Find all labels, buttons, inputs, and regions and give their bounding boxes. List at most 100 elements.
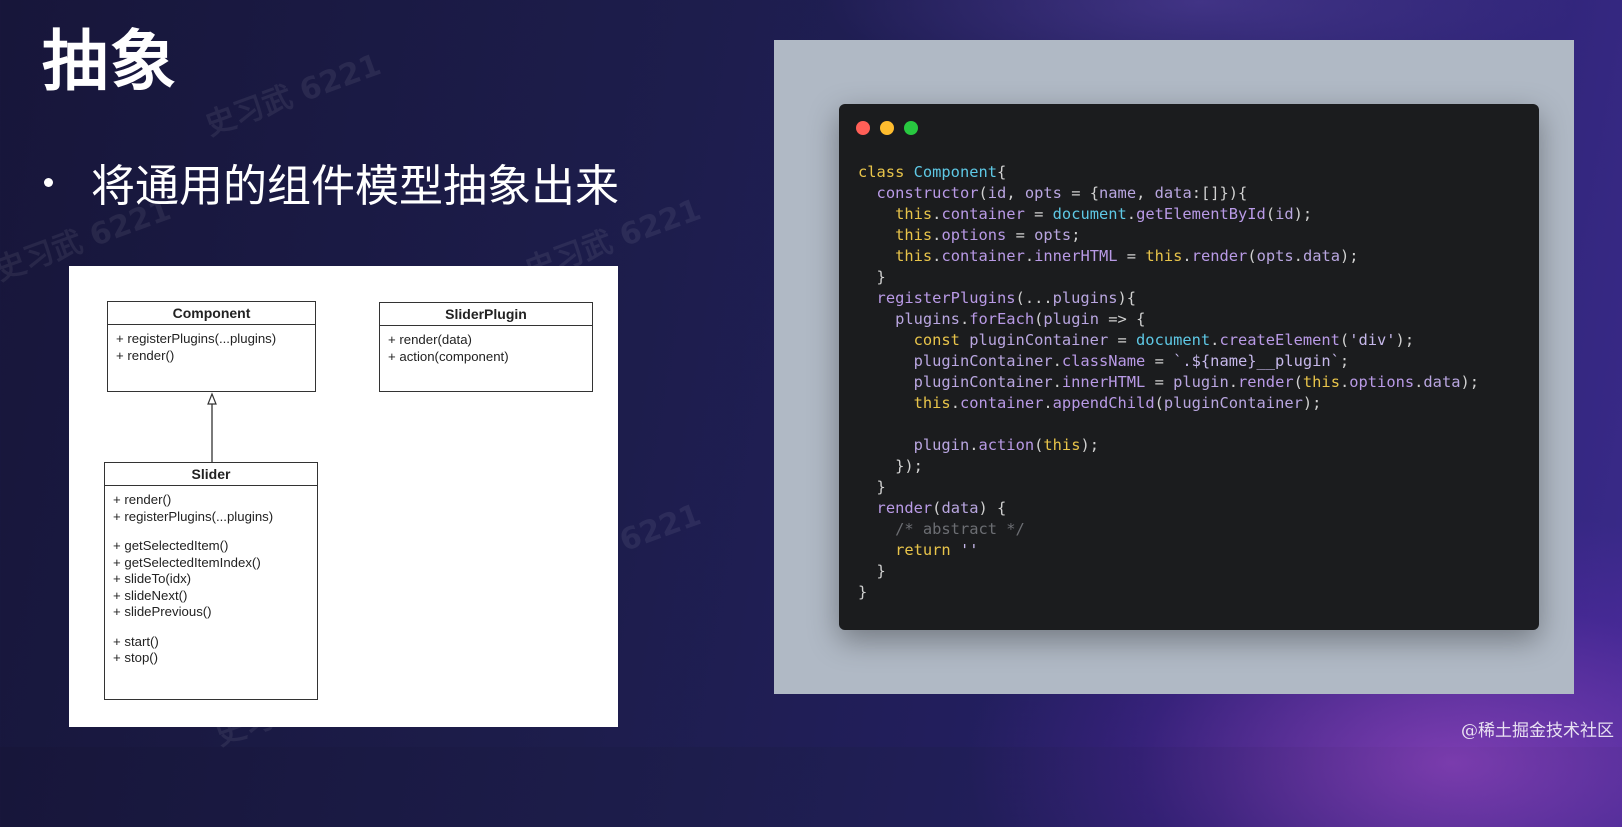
code-token: ( [1339,331,1350,349]
code-token: container [959,394,1044,412]
code-token: action [978,436,1035,454]
code-token: document [1052,205,1127,223]
code-token: ){ [1117,289,1137,307]
code-token: ( [1034,436,1044,454]
code-line: render(data) { [858,498,1479,519]
uml-method: + slideNext() [113,587,188,603]
uml-method: + slidePrevious() [113,604,212,619]
code-token: container [941,247,1025,265]
code-token: :[]}){ [1191,184,1248,202]
code-token: ); [1460,373,1480,391]
code-token: render [1191,247,1248,265]
inheritance-arrowhead-icon [207,392,217,405]
code-token: /* abstract */ [895,520,1025,538]
code-token: ); [1293,205,1313,223]
slide-title: 抽象 [42,23,178,100]
code-token: id [1275,205,1294,223]
maximize-dot-icon [904,121,918,135]
code-token: , [1136,184,1155,202]
code-token: = [1145,352,1174,370]
code-line: registerPlugins(...plugins){ [858,288,1479,309]
code-token: . [1052,373,1062,391]
code-token: ) { [978,499,1007,517]
code-token: ( [1293,373,1303,391]
code-token: plugins [895,310,960,328]
code-token: opts [1256,247,1294,265]
code-token: pluginContainer [913,373,1053,391]
code-token: id [987,184,1007,202]
bullet-text: 将通用的组件模型抽象出来 [91,161,619,212]
code-token: plugin [913,436,970,454]
code-line: plugins.forEach(plugin => { [858,309,1479,330]
code-token: . [1339,373,1350,391]
code-token: } [858,583,868,601]
code-token: className [1061,352,1146,370]
code-token: ( [1265,205,1276,223]
code-token: this [1302,373,1340,391]
code-token: return [895,541,960,559]
code-token: ); [1395,331,1415,349]
code-token: ( [1034,310,1044,328]
code-token: . [1182,247,1192,265]
code-line: } [858,477,1479,498]
code-token: data [941,499,979,517]
code-token: this [1145,247,1183,265]
source-credit: @稀土掘金技术社区 [1461,721,1614,741]
code-token: class [858,163,914,181]
code-line: } [858,582,1479,603]
minimize-dot-icon [880,121,894,135]
uml-method: + render(data) [388,332,472,347]
code-token: . [1293,247,1303,265]
code-token: = [1145,373,1174,391]
code-line: }); [858,456,1479,477]
code-token: plugins [1052,289,1118,307]
code-token: const [913,331,970,349]
code-token: . [1052,352,1062,370]
code-line: plugin.action(this); [858,435,1479,456]
close-dot-icon [856,121,870,135]
code-token: constructor [876,184,979,202]
uml-method: + registerPlugins(...plugins) [116,331,277,346]
code-line: pluginContainer.className = `.${name}__p… [858,351,1479,372]
code-token: 'div' [1349,331,1396,349]
code-token: data [1423,373,1461,391]
code-line: constructor(id, opts = {name, data:[]}){ [858,183,1479,204]
code-token: plugin [1043,310,1099,328]
uml-method: + render() [116,347,175,363]
uml-class-diagram: Component + registerPlugins(...plugins) … [69,266,618,727]
code-token: = [1117,247,1146,265]
code-token: pluginContainer [1163,394,1303,412]
code-token: ; [1071,226,1081,244]
uml-method: + start() [113,633,159,649]
code-token: => { [1099,310,1146,328]
code-token: this [895,226,933,244]
code-token: this [895,247,933,265]
uml-method: + stop() [113,650,159,665]
bullet-dot-icon [44,177,53,187]
window-controls [856,121,918,135]
code-token: this [913,394,951,412]
code-token: . [1024,247,1035,265]
code-token: . [1228,373,1238,391]
uml-method: + getSelectedItem() [113,538,229,553]
code-line: class Component{ [858,162,1479,183]
uml-method: + registerPlugins(...plugins) [113,508,274,524]
code-line: } [858,561,1479,582]
code-screenshot-frame: class Component{ constructor(id, opts = … [774,40,1574,694]
code-token: plugin [1173,373,1229,391]
uml-class-slider-plugin: SliderPlugin + render(data) + action(com… [379,302,593,392]
code-token: this [1043,436,1081,454]
code-line: const pluginContainer = document.createE… [858,330,1479,351]
code-token: appendChild [1052,394,1155,412]
code-token: ); [1302,394,1322,412]
code-token: ); [1340,247,1359,265]
code-token: }); [858,457,923,475]
